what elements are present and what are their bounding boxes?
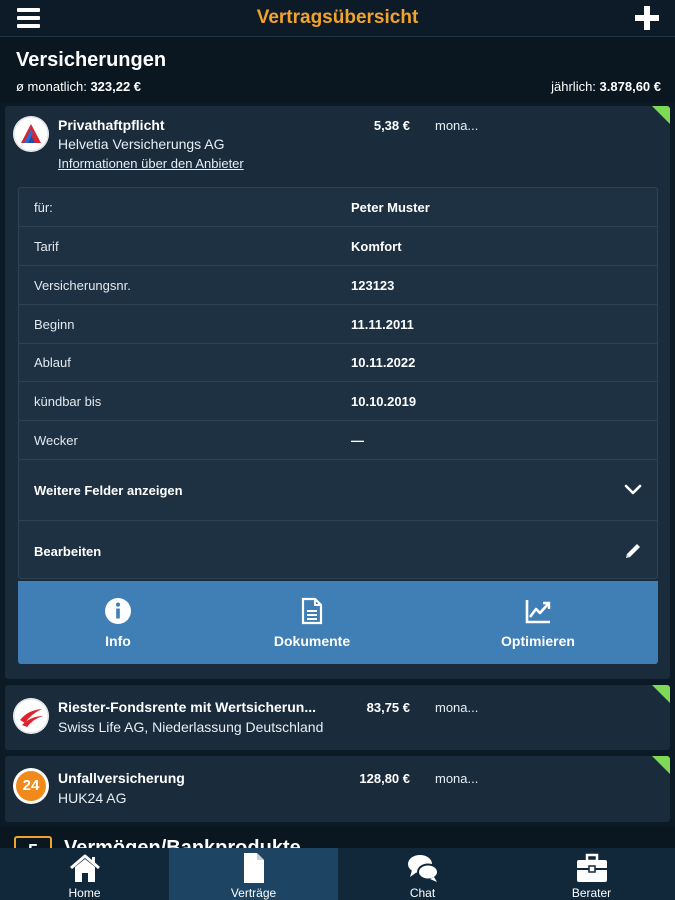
section-header: Versicherungen ø monatlich: 323,22 € jäh… — [0, 37, 675, 103]
show-more-fields-button[interactable]: Weitere Felder anzeigen — [19, 460, 657, 521]
detail-label: Versicherungsnr. — [34, 278, 131, 293]
detail-row: Ablauf 10.11.2022 — [19, 343, 657, 382]
insurer-name: Swiss Life AG, Niederlassung Deutschland — [58, 719, 324, 735]
detail-row: Tarif Komfort — [19, 227, 657, 266]
contract-amount: 5,38 € — [373, 118, 410, 133]
edit-label: Bearbeiten — [34, 544, 102, 559]
detail-value: — — [351, 433, 364, 448]
info-label: Info — [105, 633, 131, 649]
insurer-name: HUK24 AG — [58, 790, 127, 806]
detail-row: Beginn 11.11.2011 — [19, 305, 657, 344]
detail-label: für: — [34, 200, 53, 215]
info-circle-icon — [105, 598, 131, 624]
provider-info-link[interactable]: Informationen über den Anbieter — [58, 156, 244, 171]
detail-value: 10.11.2022 — [351, 355, 416, 370]
contract-action-bar: Info Dokumente Optimieren — [18, 581, 658, 664]
nav-home[interactable]: Home — [0, 848, 169, 900]
edit-button[interactable]: Bearbeiten — [19, 521, 657, 582]
nav-advisor-label: Berater — [571, 886, 612, 900]
detail-value: 11.11.2011 — [351, 317, 414, 332]
detail-value: 123123 — [351, 278, 395, 293]
nav-contracts-label: Verträge — [230, 886, 277, 900]
swiss-life-logo — [13, 698, 49, 734]
contract-period: mona... — [435, 118, 479, 133]
contract-name: Riester-Fondsrente mit Wertsicherun... — [58, 699, 317, 715]
add-contract-icon[interactable] — [635, 6, 659, 30]
contract-name: Privathaftpflicht — [58, 117, 165, 133]
detail-row: für: Peter Muster — [19, 188, 657, 227]
helvetia-logo — [13, 116, 49, 152]
insurer-name: Helvetia Versicherungs AG — [58, 136, 225, 152]
contract-period: mona... — [435, 700, 479, 715]
detail-label: Wecker — [34, 433, 78, 448]
nav-contracts[interactable]: Verträge — [169, 848, 338, 900]
monthly-total: ø monatlich: 323,22 € — [16, 79, 142, 94]
nav-chat-label: Chat — [409, 886, 436, 900]
huk24-logo-text: 24 — [16, 771, 46, 801]
briefcase-icon — [576, 853, 607, 882]
page-title: Vertragsübersicht — [256, 7, 419, 28]
pencil-icon — [626, 544, 640, 558]
info-button[interactable]: Info — [18, 581, 218, 664]
nav-advisor[interactable]: Berater — [507, 848, 675, 900]
detail-label: Tarif — [34, 239, 59, 254]
contract-card-unfall[interactable]: 24 Unfallversicherung HUK24 AG 128,80 € … — [5, 756, 670, 822]
contract-card-riester[interactable]: Riester-Fondsrente mit Wertsicherun... S… — [5, 685, 670, 750]
detail-label: Ablauf — [34, 355, 71, 370]
documents-button[interactable]: Dokumente — [212, 581, 412, 664]
chat-icon — [407, 855, 439, 882]
status-flag — [652, 756, 670, 774]
contract-amount: 83,75 € — [366, 700, 410, 715]
nav-chat[interactable]: Chat — [338, 848, 507, 900]
nav-home-label: Home — [68, 886, 101, 900]
detail-row: kündbar bis 10.10.2019 — [19, 382, 657, 421]
detail-value: Peter Muster — [351, 200, 430, 215]
detail-label: kündbar bis — [34, 394, 102, 409]
contract-period: mona... — [435, 771, 479, 786]
top-bar: Vertragsübersicht — [0, 0, 675, 37]
section-title: Versicherungen — [16, 49, 167, 71]
huk24-logo: 24 — [13, 768, 49, 804]
show-more-fields-label: Weitere Felder anzeigen — [34, 483, 183, 498]
contract-card-privathaftpflicht[interactable]: Privathaftpflicht Helvetia Versicherungs… — [5, 106, 670, 679]
contract-amount: 128,80 € — [359, 771, 410, 786]
home-icon — [69, 854, 100, 882]
yearly-total: jährlich: 3.878,60 € — [551, 79, 661, 94]
contract-details: für: Peter Muster Tarif Komfort Versicheru… — [18, 187, 658, 579]
detail-value: 10.10.2019 — [351, 394, 417, 409]
detail-row: Versicherungsnr. 123123 — [19, 266, 657, 305]
status-flag — [652, 685, 670, 703]
documents-label: Dokumente — [273, 633, 351, 649]
document-icon — [301, 597, 323, 625]
status-flag — [652, 106, 670, 124]
bottom-navigation: Home Verträge Chat Berater — [0, 848, 675, 900]
chart-icon — [525, 600, 551, 624]
document-icon — [243, 853, 264, 883]
detail-row: Wecker — — [19, 421, 657, 460]
optimize-label: Optimieren — [501, 633, 575, 649]
detail-label: Beginn — [34, 317, 75, 332]
optimize-button[interactable]: Optimieren — [438, 581, 638, 664]
detail-value: Komfort — [351, 239, 402, 254]
contract-name: Unfallversicherung — [58, 770, 185, 786]
chevron-down-icon — [624, 484, 642, 495]
